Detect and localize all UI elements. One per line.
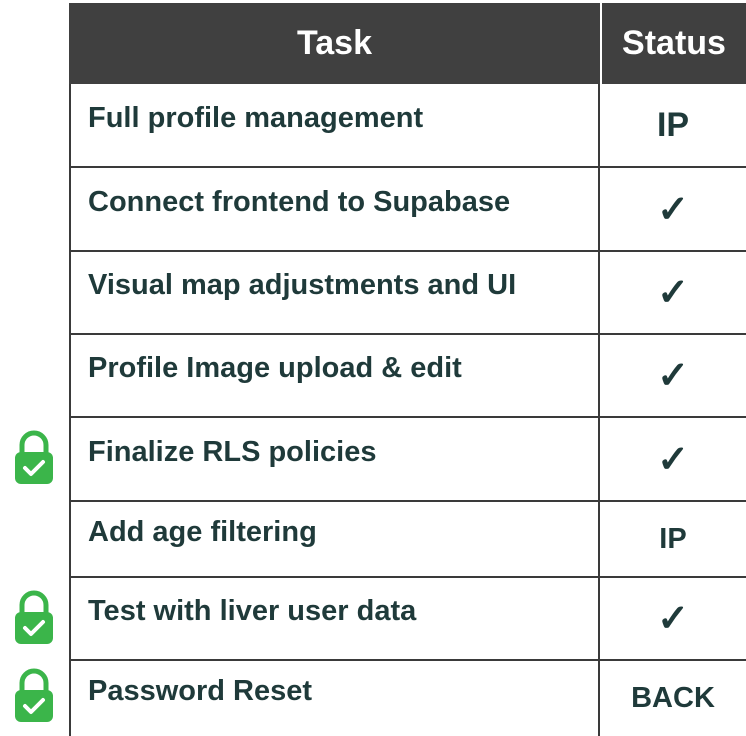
- table-row: Full profile management IP: [69, 84, 746, 168]
- table-row: Test with liver user data ✓: [69, 578, 746, 661]
- table-row: Finalize RLS policies ✓: [69, 418, 746, 502]
- lock-check-icon: [15, 668, 53, 722]
- task-label: Full profile management: [88, 101, 424, 134]
- task-cell: Test with liver user data: [69, 578, 600, 659]
- lock-check-icon: [15, 430, 53, 484]
- task-status-table: Task Status Full profile management IP C…: [69, 3, 746, 736]
- table-row: Password Reset BACK: [69, 661, 746, 736]
- status-cell: BACK: [631, 682, 715, 714]
- task-cell: Visual map adjustments and UI: [69, 252, 600, 333]
- status-cell: ✓: [657, 355, 689, 397]
- status-cell: ✓: [657, 598, 689, 640]
- task-cell: Full profile management: [69, 84, 600, 166]
- task-cell: Connect frontend to Supabase: [69, 168, 600, 250]
- table-row: Visual map adjustments and UI ✓: [69, 252, 746, 335]
- task-cell: Add age filtering: [69, 502, 600, 576]
- task-label: Password Reset: [88, 675, 313, 707]
- status-cell: ✓: [657, 272, 689, 314]
- status-cell: ✓: [657, 188, 689, 231]
- status-cell: IP: [656, 105, 690, 144]
- task-label: Test with liver user data: [88, 595, 417, 627]
- status-cell: IP: [659, 522, 687, 555]
- task-label: Visual map adjustments and UI: [88, 269, 517, 301]
- task-cell: Finalize RLS policies: [69, 418, 600, 500]
- status-cell: ✓: [657, 438, 689, 481]
- table-row: Add age filtering IP: [69, 502, 746, 578]
- task-cell: Password Reset: [69, 661, 600, 736]
- task-cell: Profile Image upload & edit: [69, 335, 600, 416]
- lock-check-icon: [15, 590, 53, 644]
- task-column-header: Task: [69, 3, 600, 84]
- task-label: Profile Image upload & edit: [88, 352, 462, 384]
- table-row: Profile Image upload & edit ✓: [69, 335, 746, 418]
- task-label: Connect frontend to Supabase: [88, 185, 511, 218]
- task-label: Add age filtering: [88, 515, 317, 548]
- task-label: Finalize RLS policies: [88, 435, 377, 468]
- table-row: Connect frontend to Supabase ✓: [69, 168, 746, 252]
- status-column-header: Status: [602, 3, 746, 84]
